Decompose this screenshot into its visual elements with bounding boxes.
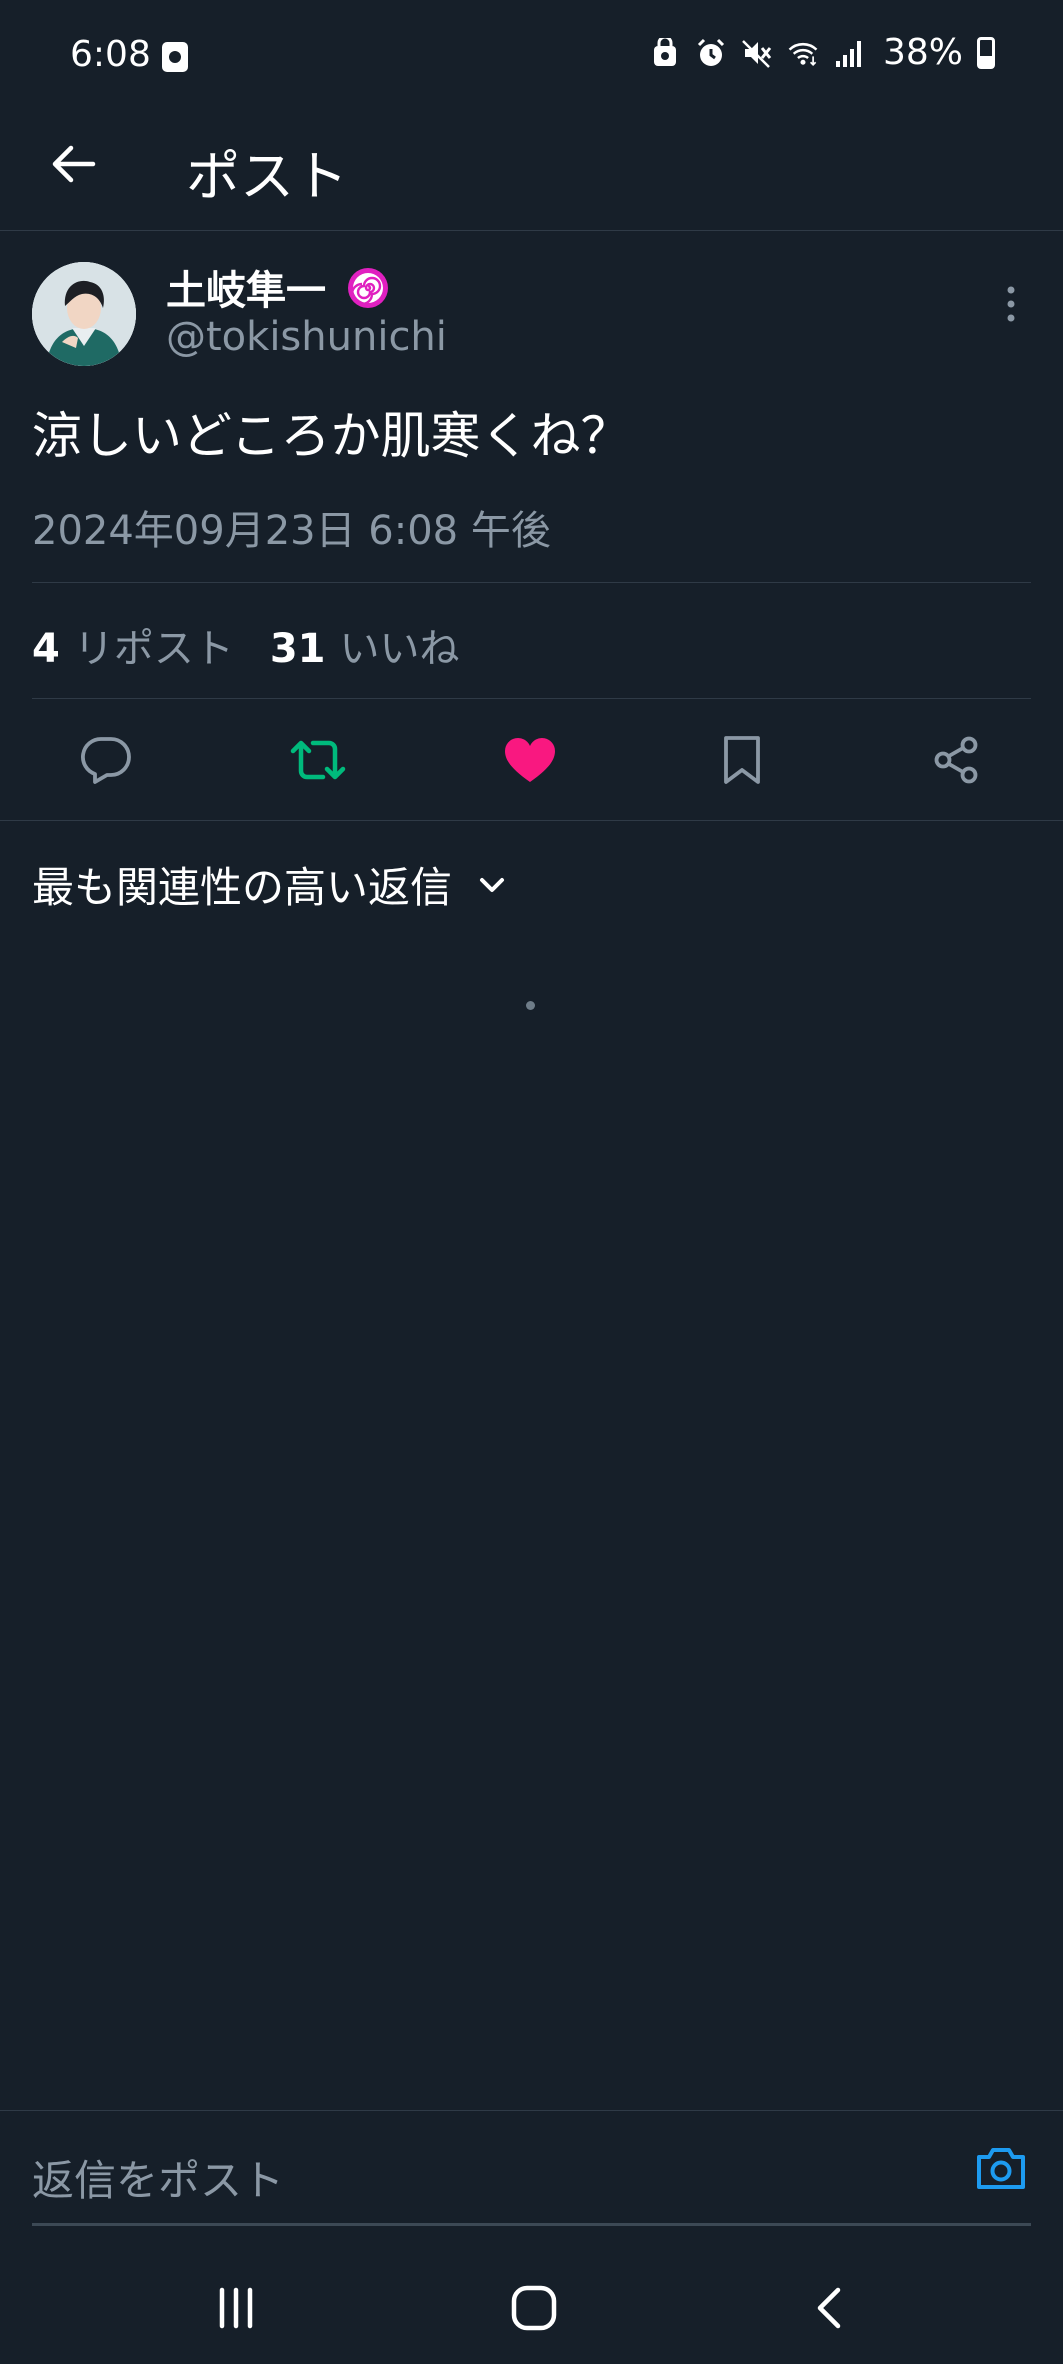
reply-button[interactable] <box>74 728 138 792</box>
home-icon <box>511 2285 557 2331</box>
battery-icon <box>977 36 995 69</box>
post-stats: 4 リポスト 31 いいね <box>32 616 460 674</box>
alarm-icon <box>695 37 727 69</box>
verified-badge-icon <box>342 262 394 314</box>
signal-icon <box>833 37 865 69</box>
reply-composer: 返信をポスト <box>0 2110 1063 2227</box>
author-handle[interactable]: @tokishunichi <box>166 314 447 360</box>
battery-fill <box>980 55 992 66</box>
bookmark-icon <box>724 736 760 784</box>
nav-back-icon <box>817 2287 841 2329</box>
more-vertical-icon <box>1007 286 1015 322</box>
avatar[interactable] <box>32 262 136 366</box>
battery-percent: 38% <box>882 32 963 73</box>
reply-input[interactable]: 返信をポスト <box>32 2147 284 2208</box>
status-icons: 38% <box>649 32 995 73</box>
bookmark-button[interactable] <box>710 728 774 792</box>
post-action-bar <box>0 700 1063 821</box>
mute-icon <box>741 37 773 69</box>
reply-bubble-icon <box>81 737 131 784</box>
status-time: 6:08 <box>70 34 151 75</box>
author-name[interactable]: 土岐隼一 <box>166 258 326 316</box>
camera-button[interactable] <box>973 2141 1029 2197</box>
home-button[interactable] <box>504 2280 564 2336</box>
share-button[interactable] <box>924 728 988 792</box>
reposts-count[interactable]: 4 <box>32 626 60 672</box>
post-timestamp[interactable]: 2024年09月23日 6:08 午後 <box>32 498 551 556</box>
page-title: ポスト <box>186 145 348 208</box>
app-screen: 6:08 38% ポスト 土岐隼一 @tokishunichi 涼しいどころか肌… <box>0 0 1063 2364</box>
security-icon <box>649 37 681 69</box>
heart-icon <box>505 738 555 782</box>
system-nav-bar <box>0 2240 1063 2364</box>
avatar-image <box>32 262 136 366</box>
nav-back-button[interactable] <box>800 2280 860 2336</box>
divider <box>32 582 1031 583</box>
post-text: 涼しいどころか肌寒くね？ <box>32 407 631 465</box>
wifi-icon <box>787 37 819 69</box>
more-options-button[interactable] <box>996 284 1026 324</box>
replies-sort-dropdown[interactable]: 最も関連性の高い返信 <box>32 854 510 915</box>
likes-count[interactable]: 31 <box>270 626 326 672</box>
chevron-down-icon <box>480 877 505 892</box>
recent-apps-icon <box>219 2287 253 2329</box>
reposts-label[interactable]: リポスト <box>74 616 234 674</box>
notification-icon <box>162 42 188 72</box>
camera-icon <box>977 2148 1025 2189</box>
share-icon <box>934 736 978 784</box>
back-button[interactable] <box>44 134 104 194</box>
recent-apps-button[interactable] <box>206 2280 266 2336</box>
retweet-icon <box>290 740 346 780</box>
likes-label[interactable]: いいね <box>340 616 460 674</box>
status-bar: 6:08 38% <box>0 0 1063 110</box>
loading-indicator <box>526 1001 535 1010</box>
reply-underline <box>32 2223 1031 2226</box>
divider <box>32 698 1031 699</box>
retweet-button[interactable] <box>286 728 350 792</box>
arrow-left-icon <box>52 145 96 183</box>
top-app-bar: ポスト <box>0 110 1063 231</box>
replies-sort-label: 最も関連性の高い返信 <box>32 863 453 912</box>
like-button[interactable] <box>498 728 562 792</box>
